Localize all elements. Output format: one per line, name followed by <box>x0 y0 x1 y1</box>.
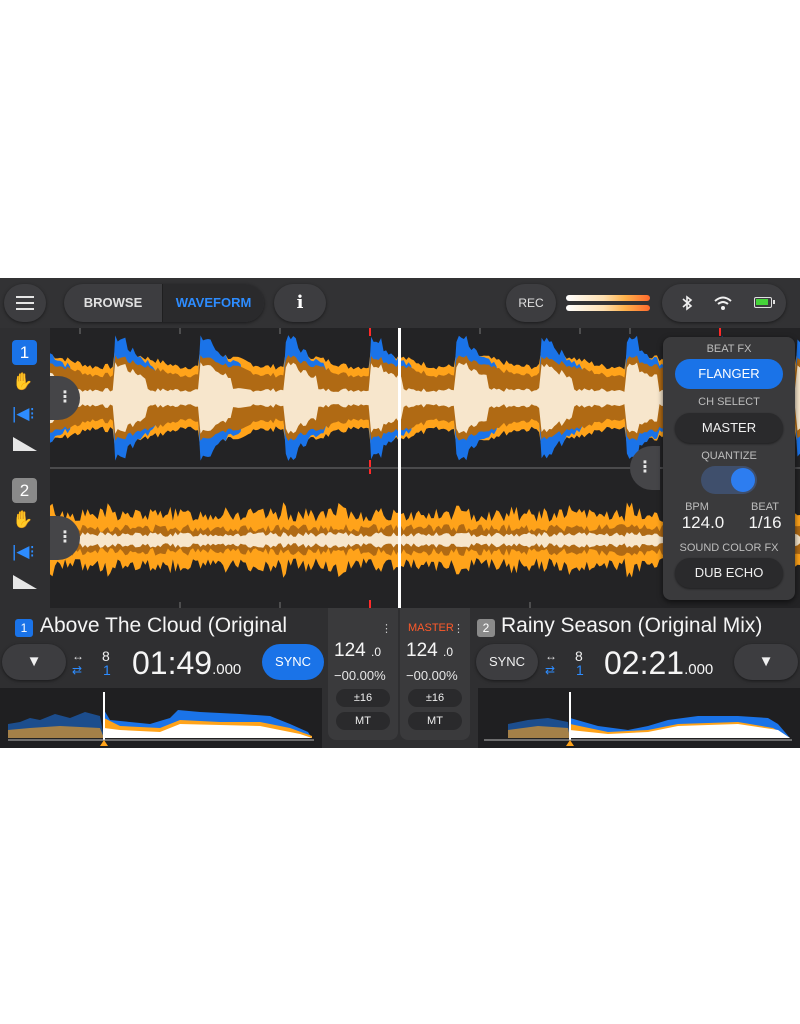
playhead <box>398 328 401 608</box>
fx-beat-value[interactable]: 1/16 <box>739 513 791 533</box>
dj-app: BROWSE WAVEFORM i REC 1 ✋ |◀⁝ 2 ✋ |◀⁝ ⋮ … <box>0 278 800 748</box>
hand-touch-icon[interactable]: ✋ <box>12 510 38 530</box>
deck2-bpm[interactable]: 124 .0 <box>406 640 453 662</box>
deck1-beat-jump-icon[interactable]: ↔ <box>72 650 84 663</box>
deck1-loop-beats[interactable]: 1 <box>103 663 111 678</box>
info-button[interactable]: i <box>274 284 326 322</box>
deck2-side-controls: 2 ✋ |◀⁝ <box>0 468 50 608</box>
deck2-mixer-more-icon[interactable]: ⋮ <box>453 622 464 635</box>
deck2-number[interactable]: 2 <box>12 478 37 503</box>
deck1-overview[interactable] <box>0 688 322 748</box>
deck1-track-number: 1 <box>15 619 33 637</box>
master-label[interactable]: MASTER <box>408 622 454 634</box>
deck1-time: 01:49.000 <box>132 645 242 681</box>
rec-button[interactable]: REC <box>506 284 556 322</box>
deck2-beat-jump-icon[interactable]: ↔ <box>545 650 557 663</box>
deck2-sync-button[interactable]: SYNC <box>476 644 538 680</box>
quantize-toggle[interactable] <box>701 466 757 494</box>
hand-touch-icon[interactable]: ✋ <box>12 372 38 392</box>
fx-panel: BEAT FX FLANGER CH SELECT MASTER QUANTIZ… <box>663 337 795 600</box>
deck2-loop-beats[interactable]: 1 <box>576 663 584 678</box>
deck1-mixer: ⋮ 124 .0 −00.00% ±16 MT <box>328 608 398 740</box>
menu-button[interactable] <box>4 284 46 322</box>
deck2-pitch: −00.00% <box>406 668 458 683</box>
deck1-range-button[interactable]: ±16 <box>336 689 390 707</box>
status-indicators <box>662 284 786 322</box>
menu-icon <box>16 296 34 298</box>
top-bar: BROWSE WAVEFORM i REC <box>0 278 800 328</box>
view-tabs: BROWSE WAVEFORM <box>64 284 264 322</box>
deck1-loop-icon[interactable]: ⇄ <box>72 664 82 677</box>
sound-color-fx-label: SOUND COLOR FX <box>679 542 779 554</box>
level-meter-left <box>566 295 650 301</box>
level-meter-right <box>566 305 650 311</box>
beat-fx-label: BEAT FX <box>706 343 752 355</box>
deck1-side-controls: 1 ✋ |◀⁝ <box>0 328 50 468</box>
deck1-track-title: Above The Cloud (Original <box>40 614 288 637</box>
bluetooth-icon <box>672 284 702 322</box>
eq-slope-icon[interactable] <box>12 572 38 592</box>
beat-fx-button[interactable]: FLANGER <box>675 359 783 389</box>
beat-label: BEAT <box>751 501 779 513</box>
eq-slope-icon[interactable] <box>12 434 38 454</box>
cue-icon[interactable]: |◀⁝ <box>12 542 38 562</box>
deck2-overview[interactable] <box>478 688 800 748</box>
deck2-track-number: 2 <box>477 619 495 637</box>
sound-color-fx-button[interactable]: DUB ECHO <box>675 558 783 588</box>
ch-select-button[interactable]: MASTER <box>675 413 783 443</box>
tab-waveform[interactable]: WAVEFORM <box>162 284 264 322</box>
ch-select-label: CH SELECT <box>698 396 760 408</box>
deck1-load-button[interactable]: ▼ <box>2 644 66 680</box>
deck2-load-button[interactable]: ▼ <box>734 644 798 680</box>
bpm-label: BPM <box>685 501 709 513</box>
deck2-mixer: MASTER ⋮ 124 .0 −00.00% ±16 MT <box>400 608 470 740</box>
deck1-sync-button[interactable]: SYNC <box>262 644 324 680</box>
deck2-track-title: Rainy Season (Original Mix) <box>501 614 763 637</box>
deck1-mixer-more-icon[interactable]: ⋮ <box>381 622 392 635</box>
deck2-time: 02:21.000 <box>604 645 714 681</box>
cue-icon[interactable]: |◀⁝ <box>12 404 38 424</box>
wifi-icon <box>708 284 738 322</box>
deck2-loop-icon[interactable]: ⇄ <box>545 664 555 677</box>
battery-icon <box>754 297 775 308</box>
deck1-bpm[interactable]: 124 .0 <box>334 640 381 662</box>
deck1-pitch: −00.00% <box>334 668 386 683</box>
deck1-mt-button[interactable]: MT <box>336 712 390 730</box>
deck2-range-button[interactable]: ±16 <box>408 689 462 707</box>
tab-browse[interactable]: BROWSE <box>64 284 162 322</box>
fx-bpm-value[interactable]: 124.0 <box>671 513 735 533</box>
quantize-label: QUANTIZE <box>701 450 757 462</box>
deck-info-area: 1 Above The Cloud (Original ▼ ↔ ⇄ 8 1 01… <box>0 608 800 748</box>
deck1-number[interactable]: 1 <box>12 340 37 365</box>
deck2-mt-button[interactable]: MT <box>408 712 462 730</box>
